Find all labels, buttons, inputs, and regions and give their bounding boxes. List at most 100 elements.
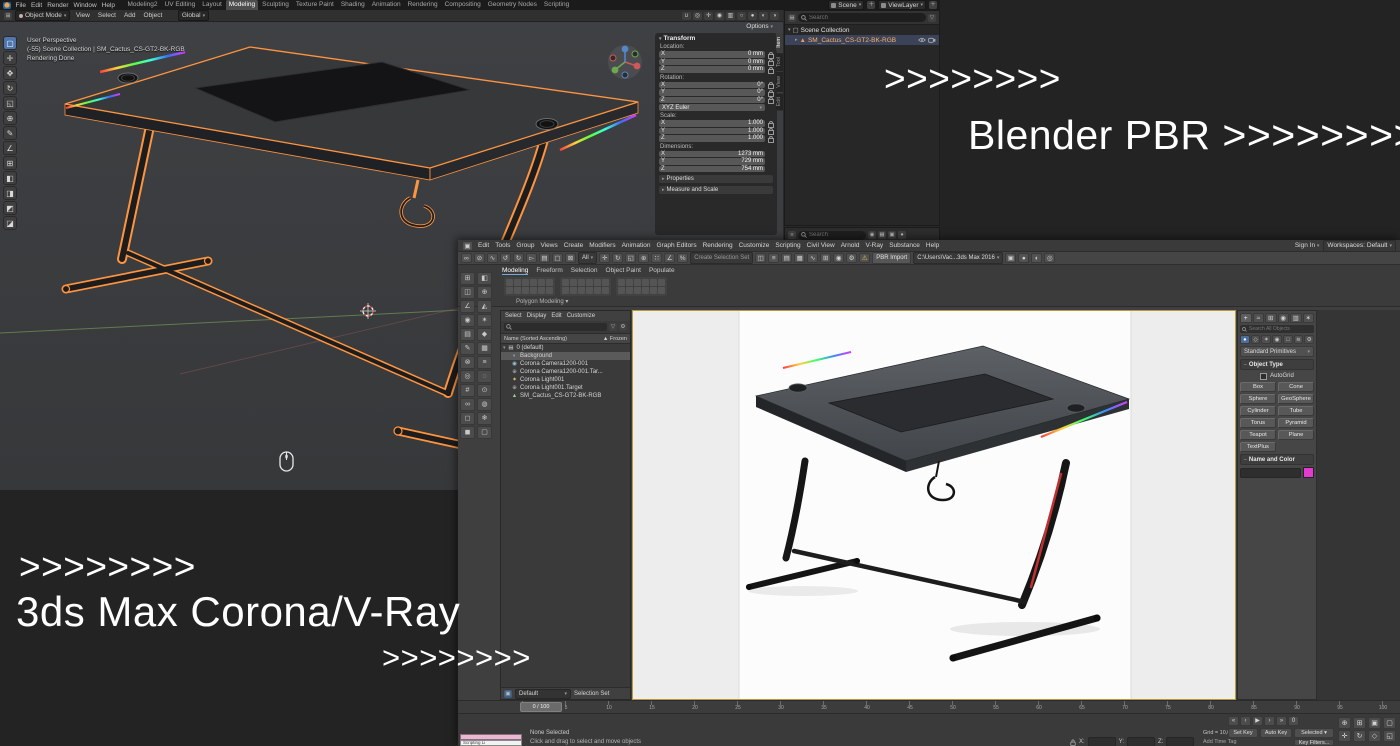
command-panel-search-input[interactable] — [1249, 326, 1312, 332]
prev-frame-button[interactable]: ‹ — [1240, 716, 1251, 726]
timeline-tick[interactable]: 5 — [565, 701, 566, 705]
link-info-icon[interactable]: ◍ — [477, 398, 492, 411]
systems-category-icon[interactable]: ⚙ — [1304, 335, 1314, 344]
ribbon-tool-icon[interactable] — [506, 279, 513, 286]
workspace-tab-animation[interactable]: Animation — [369, 0, 404, 10]
schematic-view-icon[interactable]: ⊞ — [820, 253, 831, 263]
display-mode-icon[interactable]: ▤ — [788, 14, 796, 22]
ribbon-tab-modeling[interactable]: Modeling — [502, 267, 528, 275]
explorer-menu-select[interactable]: Select — [505, 313, 522, 319]
ribbon-tool-icon[interactable] — [530, 279, 537, 286]
randomize-tool-icon[interactable]: ◩ — [3, 201, 17, 215]
ribbon-tool-icon[interactable] — [626, 279, 633, 286]
object-name-field[interactable] — [1240, 468, 1301, 478]
modify-tab-icon[interactable]: ≈ — [1253, 313, 1265, 323]
layer-tool-icon[interactable]: ▤ — [460, 328, 475, 341]
timeline-tick[interactable]: 20 — [694, 701, 695, 705]
lock-icon[interactable] — [767, 128, 773, 133]
sign-in-link[interactable]: Sign In ▾ — [1295, 242, 1320, 249]
max-menu-graph-editors[interactable]: Graph Editors — [656, 242, 698, 249]
ribbon-tool-icon[interactable] — [586, 279, 593, 286]
caret-right-icon[interactable]: ▸ — [795, 37, 798, 43]
ribbon-tab-freeform[interactable]: Freeform — [536, 267, 562, 275]
timeline-tick[interactable]: 10 — [608, 701, 609, 705]
current-frame-field[interactable]: 0 — [1288, 716, 1299, 726]
crossing-selection-icon[interactable]: ⊠ — [565, 253, 576, 263]
max-menu-modifiers[interactable]: Modifiers — [588, 242, 616, 249]
ribbon-tool-icon[interactable] — [570, 287, 577, 294]
primitives-dropdown[interactable]: Standard Primitives▾ — [1240, 346, 1314, 357]
explorer-filter-icon[interactable]: ▽ — [609, 323, 617, 331]
select-move-icon[interactable]: ✛ — [599, 253, 610, 263]
isolate-tool-icon[interactable]: ◎ — [460, 370, 475, 383]
add-cube-tool-icon[interactable]: ⊞ — [3, 156, 17, 170]
ribbon-tool-icon[interactable] — [546, 287, 553, 294]
ribbon-tab-selection[interactable]: Selection — [571, 267, 598, 275]
transform-orientation-dropdown[interactable]: Global ▾ — [178, 10, 209, 21]
hierarchy-tab-icon[interactable]: ⊞ — [1265, 313, 1277, 323]
annotate-tool-icon[interactable]: ✎ — [3, 126, 17, 140]
autogrid-checkbox-row[interactable]: AutoGrid — [1240, 372, 1314, 380]
normal-align-icon[interactable]: ◭ — [477, 300, 492, 313]
ribbon-tool-icon[interactable] — [618, 287, 625, 294]
ghosting-tool-icon[interactable]: ◌ — [477, 370, 492, 383]
explorer-search-input[interactable] — [514, 324, 605, 330]
geometry-category-icon[interactable]: ● — [1240, 335, 1250, 344]
lights-category-icon[interactable]: ✶ — [1261, 335, 1271, 344]
lock-icon[interactable] — [767, 52, 773, 57]
ribbon-tool-icon[interactable] — [562, 287, 569, 294]
ribbon-tool-icon[interactable] — [602, 279, 609, 286]
layer-manager-icon[interactable]: ▤ — [781, 253, 792, 263]
ribbon-tool-icon[interactable] — [538, 287, 545, 294]
time-slider-handle[interactable]: 0 / 100 — [520, 702, 562, 712]
viewport-menu-add[interactable]: Add — [121, 12, 138, 19]
explorer-row[interactable]: ✶Corona Light001 — [501, 376, 630, 384]
timeline-tick[interactable]: 50 — [952, 701, 953, 705]
ribbon-tab-object-paint[interactable]: Object Paint — [606, 267, 641, 275]
bind-spacewarp-icon[interactable]: ∿ — [487, 253, 498, 263]
timeline-tick[interactable]: 25 — [737, 701, 738, 705]
cursor-tool-icon[interactable]: ✛ — [3, 51, 17, 65]
freeze-tool-icon[interactable]: ❄ — [477, 412, 492, 425]
solid-shading-icon[interactable]: ● — [748, 12, 757, 20]
camera-match-icon[interactable]: ◉ — [460, 314, 475, 327]
units-tool-icon[interactable]: ⊙ — [477, 384, 492, 397]
max-menu-group[interactable]: Group — [515, 242, 535, 249]
grid-toggle-icon[interactable]: # — [460, 384, 475, 397]
xray-toggle-icon[interactable]: ▥ — [726, 12, 735, 20]
selection-set-icon[interactable]: ▣ — [504, 690, 512, 698]
maximize-viewport-icon[interactable]: ◱ — [1383, 730, 1396, 742]
timeline-tick[interactable]: 30 — [780, 701, 781, 705]
snap-magnet-icon[interactable]: ∪ — [682, 12, 691, 20]
material-shading-icon[interactable]: ◐ — [759, 12, 768, 20]
zoom-all-icon[interactable]: ⊞ — [1353, 717, 1366, 729]
outliner-search[interactable] — [798, 13, 926, 22]
shapes-category-icon[interactable]: ◇ — [1251, 335, 1261, 344]
menu-render[interactable]: Render — [45, 2, 71, 9]
scale-tool-icon[interactable]: ◱ — [3, 96, 17, 110]
ribbon-tool-icon[interactable] — [658, 287, 665, 294]
location-x-field[interactable]: X0 mm — [659, 51, 773, 58]
ribbon-tool-icon[interactable] — [650, 279, 657, 286]
ribbon-tool-icon[interactable] — [586, 287, 593, 294]
scene-selector[interactable]: Scene ▾ — [828, 0, 864, 10]
max-menu-create[interactable]: Create — [563, 242, 585, 249]
workspace-tab-layout[interactable]: Layout — [199, 0, 225, 10]
checkbox-icon[interactable] — [1260, 373, 1267, 380]
primitive-button-textplus[interactable]: TextPlus — [1240, 442, 1276, 452]
command-panel-search[interactable] — [1240, 325, 1314, 333]
play-button[interactable]: ▶ — [1252, 716, 1263, 726]
ribbon-tool-icon[interactable] — [514, 287, 521, 294]
zoom-region-icon[interactable]: ▢ — [1383, 717, 1396, 729]
selection-filter-dropdown[interactable]: All▾ — [578, 252, 597, 264]
bend-tool-icon[interactable]: ◨ — [3, 186, 17, 200]
scale-y-field[interactable]: Y1.000 — [659, 128, 773, 135]
timeline-tick[interactable]: 40 — [866, 701, 867, 705]
motion-tab-icon[interactable]: ◉ — [1278, 313, 1290, 323]
editor-type-icon[interactable]: ⊞ — [4, 12, 12, 20]
location-z-field[interactable]: Z0 mm — [659, 66, 773, 73]
timeline-tick[interactable]: 85 — [1253, 701, 1254, 705]
timeline-tick[interactable]: 75 — [1167, 701, 1168, 705]
primitive-button-cylinder[interactable]: Cylinder — [1240, 406, 1276, 416]
ribbon-tool-icon[interactable] — [642, 287, 649, 294]
